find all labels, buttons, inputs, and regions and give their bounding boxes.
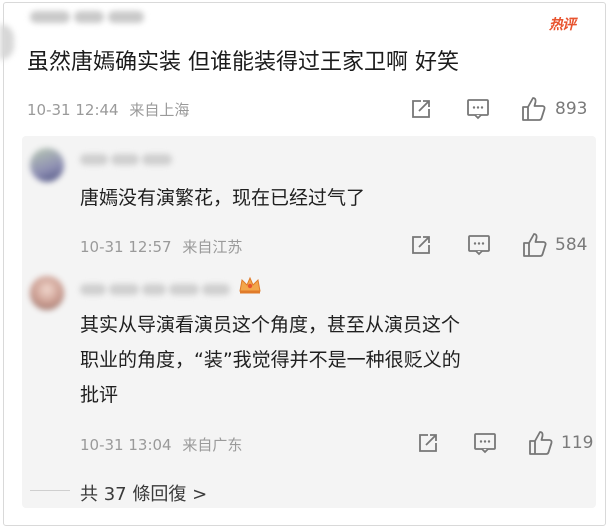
reply-button[interactable]: [466, 98, 490, 120]
comment-meta: 10-31 12:44 来自上海: [27, 99, 189, 120]
hot-comment-badge: 热评: [549, 17, 576, 33]
share-button[interactable]: [417, 432, 439, 454]
reply-time: 10-31 13:04: [80, 436, 172, 454]
reply-avatar[interactable]: [30, 276, 64, 310]
comment-time: 10-31 12:44: [27, 101, 119, 119]
crown-badge-icon: [237, 275, 263, 299]
comment-icon: [467, 234, 491, 256]
reply-button[interactable]: [473, 432, 497, 454]
reply-username[interactable]: [80, 150, 175, 165]
reply-meta: 10-31 12:57 来自江苏: [80, 236, 242, 257]
reply-location: 来自广东: [182, 436, 243, 454]
like-button[interactable]: 893: [520, 96, 587, 122]
share-icon: [410, 98, 432, 120]
reply-text: 唐嫣没有演繁花，现在已经过气了: [80, 187, 366, 209]
share-button[interactable]: [410, 98, 432, 120]
comment-text: 虽然唐嫣确实装 但谁能装得过王家卫啊 好笑: [27, 50, 459, 75]
reply-text-line: 其实从导演看演员这个角度，甚至从演员这个: [80, 314, 461, 336]
reply-location: 来自江苏: [182, 238, 243, 256]
like-count: 119: [561, 433, 594, 453]
reply-username[interactable]: [80, 280, 233, 295]
reply-text-line: 批评: [80, 384, 119, 406]
comment-icon: [466, 98, 490, 120]
like-icon: [521, 232, 549, 258]
like-button[interactable]: 584: [521, 232, 587, 258]
divider: [30, 490, 70, 491]
like-count: 584: [555, 235, 588, 255]
share-icon: [410, 234, 432, 256]
like-count: 893: [555, 99, 588, 119]
share-button[interactable]: [410, 234, 432, 256]
reply-time: 10-31 12:57: [80, 238, 172, 256]
comment-location: 来自上海: [129, 101, 190, 119]
reply-avatar[interactable]: [30, 148, 64, 182]
more-replies-link[interactable]: 共 37 條回復 >: [80, 480, 207, 506]
share-icon: [417, 432, 439, 454]
reply-button[interactable]: [467, 234, 491, 256]
username[interactable]: [30, 8, 150, 26]
reply-meta: 10-31 13:04 来自广东: [80, 434, 242, 455]
like-icon: [527, 430, 555, 456]
reply-text-line: 职业的角度，“装”我觉得并不是一种很贬义的: [80, 349, 461, 371]
like-button[interactable]: 119: [527, 430, 593, 456]
reply-text: 其实从导演看演员这个角度，甚至从演员这个 职业的角度，“装”我觉得并不是一种很贬…: [80, 308, 461, 413]
like-icon: [520, 96, 548, 122]
comment-icon: [473, 432, 497, 454]
